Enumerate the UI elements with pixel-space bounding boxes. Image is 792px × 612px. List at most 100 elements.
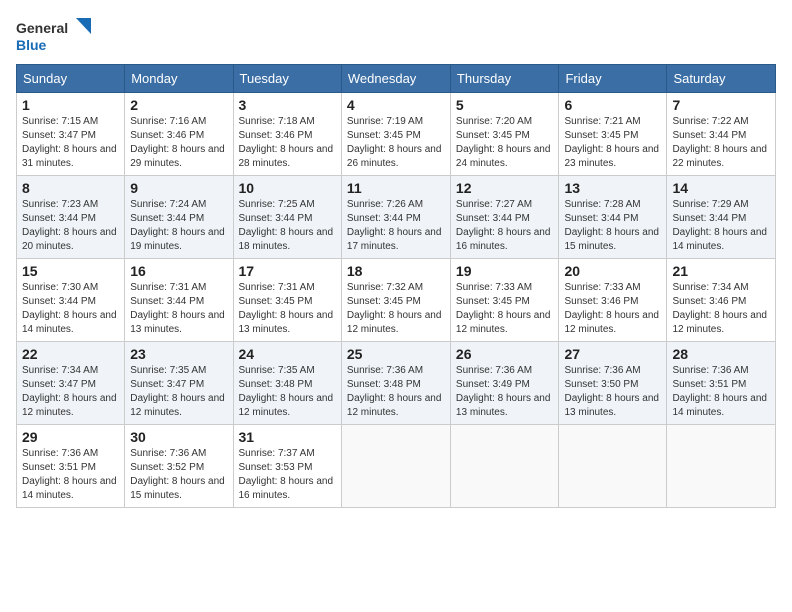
day-number: 16	[130, 263, 227, 279]
day-info: Sunrise: 7:20 AMSunset: 3:45 PMDaylight:…	[456, 115, 554, 171]
calendar-cell: 10Sunrise: 7:25 AMSunset: 3:44 PMDayligh…	[233, 176, 341, 259]
day-number: 1	[22, 97, 119, 113]
day-number: 18	[347, 263, 445, 279]
day-info: Sunrise: 7:29 AMSunset: 3:44 PMDaylight:…	[672, 198, 770, 254]
week-row-5: 29 Sunrise: 7:36 AMSunset: 3:51 PMDayligh…	[17, 425, 776, 508]
day-info: Sunrise: 7:21 AMSunset: 3:45 PMDaylight:…	[564, 115, 661, 171]
week-row-1: 1 Sunrise: 7:15 AMSunset: 3:47 PMDaylight…	[17, 93, 776, 176]
calendar-cell: 13 Sunrise: 7:28 AMSunset: 3:44 PMDayligh…	[559, 176, 667, 259]
day-info: Sunrise: 7:16 AMSunset: 3:46 PMDaylight:…	[130, 115, 227, 171]
day-number: 26	[456, 346, 554, 362]
day-info: Sunrise: 7:36 AMSunset: 3:52 PMDaylight:…	[130, 447, 227, 503]
calendar-cell: 31 Sunrise: 7:37 AMSunset: 3:53 PMDayligh…	[233, 425, 341, 508]
week-row-3: 15 Sunrise: 7:30 AMSunset: 3:44 PMDayligh…	[17, 259, 776, 342]
day-info: Sunrise: 7:36 AMSunset: 3:48 PMDaylight:…	[347, 364, 445, 420]
calendar-cell: 19 Sunrise: 7:33 AMSunset: 3:45 PMDayligh…	[450, 259, 559, 342]
calendar-cell: 22 Sunrise: 7:34 AMSunset: 3:47 PMDayligh…	[17, 342, 125, 425]
calendar-cell	[559, 425, 667, 508]
week-row-4: 22 Sunrise: 7:34 AMSunset: 3:47 PMDayligh…	[17, 342, 776, 425]
day-number: 15	[22, 263, 119, 279]
day-info: Sunrise: 7:34 AMSunset: 3:47 PMDaylight:…	[22, 364, 119, 420]
day-info: Sunrise: 7:22 AMSunset: 3:44 PMDaylight:…	[672, 115, 770, 171]
calendar-cell: 1 Sunrise: 7:15 AMSunset: 3:47 PMDaylight…	[17, 93, 125, 176]
day-info: Sunrise: 7:15 AMSunset: 3:47 PMDaylight:…	[22, 115, 119, 171]
day-info: Sunrise: 7:36 AMSunset: 3:49 PMDaylight:…	[456, 364, 554, 420]
svg-text:General: General	[16, 20, 68, 36]
calendar-cell: 6 Sunrise: 7:21 AMSunset: 3:45 PMDaylight…	[559, 93, 667, 176]
day-number: 29	[22, 429, 119, 445]
col-header-wednesday: Wednesday	[341, 65, 450, 93]
day-info: Sunrise: 7:23 AMSunset: 3:44 PMDaylight:…	[22, 198, 119, 254]
day-info: Sunrise: 7:27 AMSunset: 3:44 PMDaylight:…	[456, 198, 554, 254]
calendar-cell: 20 Sunrise: 7:33 AMSunset: 3:46 PMDayligh…	[559, 259, 667, 342]
calendar-cell: 30 Sunrise: 7:36 AMSunset: 3:52 PMDayligh…	[125, 425, 233, 508]
day-number: 20	[564, 263, 661, 279]
day-number: 8	[22, 180, 119, 196]
day-info: Sunrise: 7:36 AMSunset: 3:51 PMDaylight:…	[22, 447, 119, 503]
col-header-thursday: Thursday	[450, 65, 559, 93]
calendar-cell: 9Sunrise: 7:24 AMSunset: 3:44 PMDaylight…	[125, 176, 233, 259]
col-header-monday: Monday	[125, 65, 233, 93]
day-info: Sunrise: 7:36 AMSunset: 3:51 PMDaylight:…	[672, 364, 770, 420]
svg-text:Blue: Blue	[16, 37, 47, 53]
day-info: Sunrise: 7:19 AMSunset: 3:45 PMDaylight:…	[347, 115, 445, 171]
calendar-cell: 7 Sunrise: 7:22 AMSunset: 3:44 PMDaylight…	[667, 93, 776, 176]
day-number: 28	[672, 346, 770, 362]
day-number: 22	[22, 346, 119, 362]
calendar-cell: 16 Sunrise: 7:31 AMSunset: 3:44 PMDayligh…	[125, 259, 233, 342]
day-number: 9	[130, 180, 227, 196]
day-info: Sunrise: 7:33 AMSunset: 3:45 PMDaylight:…	[456, 281, 554, 337]
day-number: 21	[672, 263, 770, 279]
day-number: 30	[130, 429, 227, 445]
calendar-cell: 8 Sunrise: 7:23 AMSunset: 3:44 PMDaylight…	[17, 176, 125, 259]
calendar-cell: 23 Sunrise: 7:35 AMSunset: 3:47 PMDayligh…	[125, 342, 233, 425]
calendar-cell: 17Sunrise: 7:31 AMSunset: 3:45 PMDayligh…	[233, 259, 341, 342]
day-number: 31	[239, 429, 336, 445]
day-number: 25	[347, 346, 445, 362]
day-number: 14	[672, 180, 770, 196]
calendar-cell: 27 Sunrise: 7:36 AMSunset: 3:50 PMDayligh…	[559, 342, 667, 425]
day-number: 27	[564, 346, 661, 362]
day-info: Sunrise: 7:30 AMSunset: 3:44 PMDaylight:…	[22, 281, 119, 337]
day-info: Sunrise: 7:35 AMSunset: 3:47 PMDaylight:…	[130, 364, 227, 420]
page-header: GeneralBlue	[16, 16, 776, 56]
calendar-cell: 26 Sunrise: 7:36 AMSunset: 3:49 PMDayligh…	[450, 342, 559, 425]
calendar-cell: 3Sunrise: 7:18 AMSunset: 3:46 PMDaylight…	[233, 93, 341, 176]
calendar-cell: 25 Sunrise: 7:36 AMSunset: 3:48 PMDayligh…	[341, 342, 450, 425]
day-info: Sunrise: 7:28 AMSunset: 3:44 PMDaylight:…	[564, 198, 661, 254]
day-number: 10	[239, 180, 336, 196]
day-number: 19	[456, 263, 554, 279]
day-number: 11	[347, 180, 445, 196]
logo: GeneralBlue	[16, 16, 96, 56]
calendar-cell: 12 Sunrise: 7:27 AMSunset: 3:44 PMDayligh…	[450, 176, 559, 259]
col-header-tuesday: Tuesday	[233, 65, 341, 93]
day-info: Sunrise: 7:31 AMSunset: 3:44 PMDaylight:…	[130, 281, 227, 337]
day-number: 6	[564, 97, 661, 113]
day-number: 3	[239, 97, 336, 113]
day-info: Sunrise: 7:35 AMSunset: 3:48 PMDaylight:…	[239, 364, 336, 420]
week-row-2: 8 Sunrise: 7:23 AMSunset: 3:44 PMDaylight…	[17, 176, 776, 259]
day-info: Sunrise: 7:37 AMSunset: 3:53 PMDaylight:…	[239, 447, 336, 503]
day-number: 12	[456, 180, 554, 196]
day-info: Sunrise: 7:34 AMSunset: 3:46 PMDaylight:…	[672, 281, 770, 337]
calendar-table: SundayMondayTuesdayWednesdayThursdayFrid…	[16, 64, 776, 508]
day-number: 5	[456, 97, 554, 113]
day-info: Sunrise: 7:36 AMSunset: 3:50 PMDaylight:…	[564, 364, 661, 420]
day-info: Sunrise: 7:33 AMSunset: 3:46 PMDaylight:…	[564, 281, 661, 337]
calendar-cell	[667, 425, 776, 508]
col-header-sunday: Sunday	[17, 65, 125, 93]
calendar-cell: 2 Sunrise: 7:16 AMSunset: 3:46 PMDaylight…	[125, 93, 233, 176]
day-number: 24	[239, 346, 336, 362]
logo-svg: GeneralBlue	[16, 16, 96, 56]
calendar-cell: 11Sunrise: 7:26 AMSunset: 3:44 PMDayligh…	[341, 176, 450, 259]
day-number: 23	[130, 346, 227, 362]
day-number: 4	[347, 97, 445, 113]
day-number: 7	[672, 97, 770, 113]
calendar-cell: 24 Sunrise: 7:35 AMSunset: 3:48 PMDayligh…	[233, 342, 341, 425]
day-number: 13	[564, 180, 661, 196]
calendar-cell: 21 Sunrise: 7:34 AMSunset: 3:46 PMDayligh…	[667, 259, 776, 342]
calendar-cell: 28 Sunrise: 7:36 AMSunset: 3:51 PMDayligh…	[667, 342, 776, 425]
col-header-friday: Friday	[559, 65, 667, 93]
day-number: 2	[130, 97, 227, 113]
calendar-cell	[450, 425, 559, 508]
